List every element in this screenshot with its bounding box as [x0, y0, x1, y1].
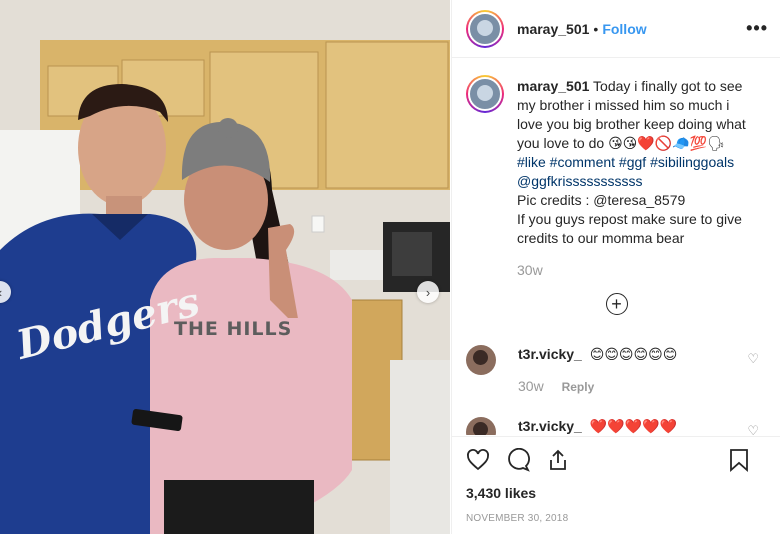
comment-text: 😊😊😊😊😊😊: [589, 346, 678, 362]
like-comment-heart-icon[interactable]: ♡: [747, 351, 759, 367]
follow-button[interactable]: Follow: [602, 21, 646, 37]
load-more-comments-button[interactable]: +: [605, 293, 628, 315]
post-actions: 3,430 likes NOVEMBER 30, 2018: [452, 436, 780, 534]
caption-avatar[interactable]: [466, 75, 504, 113]
bookmark-icon[interactable]: [727, 448, 751, 472]
like-comment-heart-icon[interactable]: ♡: [747, 423, 759, 435]
post-photo[interactable]: Dodgers THE HILLS › ‹: [0, 0, 450, 534]
caption-time: 30w: [517, 262, 543, 278]
photo-illustration: [0, 0, 450, 534]
caption-username[interactable]: maray_501: [517, 78, 589, 94]
author-username[interactable]: maray_501: [517, 21, 589, 37]
post-header: maray_501 • Follow •••: [452, 0, 780, 58]
likes-count[interactable]: 3,430 likes: [466, 485, 767, 501]
commenter-avatar[interactable]: [466, 417, 496, 435]
chevron-left-icon: ‹: [0, 285, 2, 300]
mention-link[interactable]: @ggfkrisssssssssss: [517, 172, 757, 191]
like-heart-icon[interactable]: [466, 448, 490, 472]
reply-button[interactable]: Reply: [562, 380, 595, 394]
hoodie-text: THE HILLS: [174, 318, 293, 340]
comment-bubble-icon[interactable]: [506, 448, 530, 472]
comment-time: 30w: [518, 378, 544, 394]
post-date: NOVEMBER 30, 2018: [466, 513, 569, 524]
hashtags[interactable]: #like #comment #ggf #sibilinggoals: [517, 153, 757, 172]
caption: maray_501 Today i finally got to see my …: [466, 75, 767, 280]
repost-note: If you guys repost make sure to give cre…: [517, 211, 742, 246]
share-icon[interactable]: [546, 448, 570, 472]
more-options-icon[interactable]: •••: [746, 18, 768, 39]
comment-item: t3r.vicky_ ❤️❤️❤️❤️❤️ ♡: [466, 417, 767, 435]
post-details-panel: maray_501 • Follow ••• maray_501 Today i…: [451, 0, 780, 534]
caption-body: maray_501 Today i finally got to see my …: [517, 77, 757, 280]
next-photo-button[interactable]: ›: [417, 281, 439, 303]
plus-icon: +: [611, 294, 622, 314]
comment-username[interactable]: t3r.vicky_: [518, 346, 582, 362]
comments-list[interactable]: maray_501 Today i finally got to see my …: [452, 59, 780, 435]
caption-emojis: 😘😘❤️🚫🧢💯🗣: [608, 135, 725, 151]
commenter-avatar[interactable]: [466, 345, 496, 375]
author-avatar[interactable]: [466, 9, 504, 48]
comment-item: t3r.vicky_ 😊😊😊😊😊😊 30w Reply ♡: [466, 345, 767, 397]
comment-username[interactable]: t3r.vicky_: [518, 418, 582, 434]
separator-dot: •: [593, 20, 599, 37]
comment-text: ❤️❤️❤️❤️❤️: [589, 418, 677, 434]
pic-credits: Pic credits : @teresa_8579: [517, 192, 686, 208]
chevron-right-icon: ›: [425, 284, 431, 300]
